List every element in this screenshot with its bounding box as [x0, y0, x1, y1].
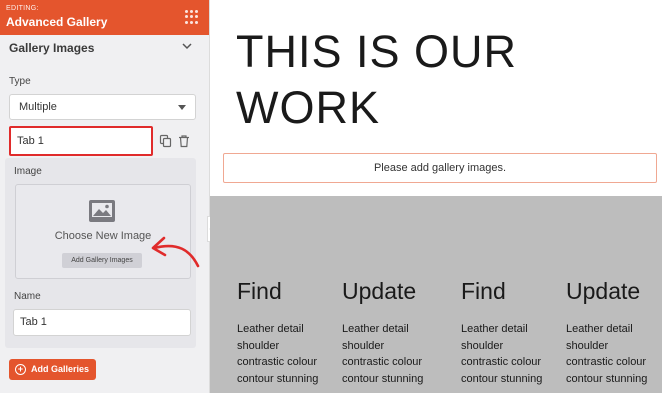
feature-title: Update: [566, 278, 641, 304]
tab-title-field[interactable]: Tab 1: [9, 126, 153, 156]
gallery-placeholder[interactable]: Please add gallery images.: [223, 153, 657, 183]
feature-text: Leather detail shoulder contrastic colou…: [566, 323, 648, 385]
duplicate-icon[interactable]: [159, 134, 173, 148]
chevron-down-icon[interactable]: [182, 42, 192, 50]
feature-column: Update Leather detail shoulder contrasti…: [342, 278, 452, 387]
tab-title-value: Tab 1: [17, 135, 44, 147]
add-galleries-button[interactable]: + Add Galleries: [9, 359, 96, 380]
name-field[interactable]: Tab 1: [13, 309, 191, 336]
feature-title: Update: [342, 278, 417, 304]
feature-title: Find: [237, 278, 282, 304]
feature-column: Update Leather detail shoulder contrasti…: [566, 278, 662, 387]
type-label: Type: [9, 76, 31, 87]
sidebar-header: EDITING: Advanced Gallery: [0, 0, 209, 35]
hero-title-line2: WORK: [236, 82, 380, 133]
feature-text: Leather detail shoulder contrastic colou…: [237, 323, 319, 385]
feature-text: Leather detail shoulder contrastic colou…: [461, 323, 543, 385]
grid-dots-icon[interactable]: [185, 10, 199, 24]
type-select[interactable]: Multiple: [9, 94, 196, 120]
hero-title-line1: THIS IS OUR: [236, 26, 518, 77]
hero-title[interactable]: THIS IS OUR WORK: [236, 24, 517, 136]
trash-icon[interactable]: [177, 134, 191, 148]
editor-sidebar: EDITING: Advanced Gallery Gallery Images…: [0, 0, 210, 393]
feature-column: Find Leather detail shoulder contrastic …: [461, 278, 571, 387]
image-placeholder-icon: [89, 200, 115, 222]
name-value: Tab 1: [20, 316, 47, 328]
feature-title: Find: [461, 278, 506, 304]
add-gallery-images-button[interactable]: Add Gallery Images: [62, 253, 142, 268]
gallery-notice-text: Please add gallery images.: [373, 162, 507, 174]
module-title: Advanced Gallery: [6, 15, 108, 29]
feature-text: Leather detail shoulder contrastic colou…: [342, 323, 424, 385]
editing-label: EDITING:: [6, 5, 39, 12]
caret-down-icon: [178, 105, 186, 110]
image-label: Image: [14, 166, 42, 177]
name-label: Name: [14, 291, 41, 302]
annotation-arrow: [151, 236, 200, 268]
feature-column: Find Leather detail shoulder contrastic …: [237, 278, 347, 387]
add-galleries-label: Add Galleries: [31, 364, 90, 374]
plus-circle-icon: +: [15, 364, 26, 375]
section-title[interactable]: Gallery Images: [9, 41, 94, 55]
type-select-value: Multiple: [19, 101, 57, 113]
